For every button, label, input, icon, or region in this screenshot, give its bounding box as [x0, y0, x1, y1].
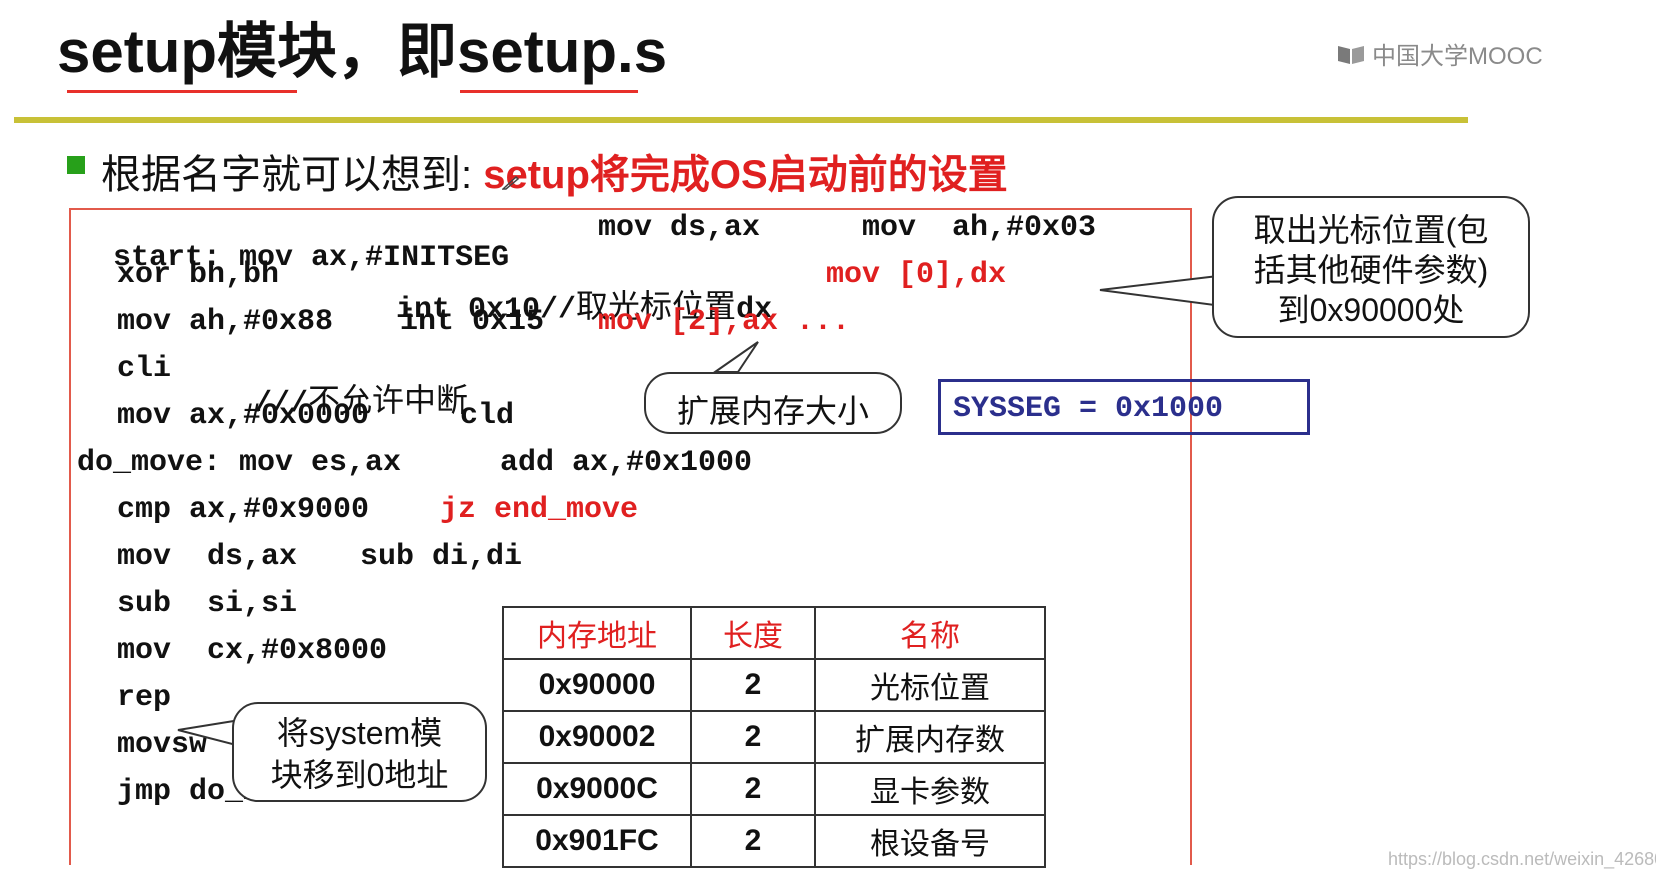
- cell-name: 显卡参数: [814, 762, 1046, 816]
- memory-table: 内存地址 长度 名称 0x90000 2 光标位置 0x90002 2 扩展内存…: [502, 606, 1046, 868]
- move-callout-line-2: 块移到0地址: [270, 757, 449, 793]
- watermark-url: https://blog.csdn.net/weixin_42680292: [1388, 849, 1656, 869]
- table-row: 0x90000 2 光标位置: [502, 658, 1046, 712]
- table-header-row: 内存地址 长度 名称: [502, 606, 1046, 660]
- col-header-length: 长度: [690, 606, 816, 660]
- cell-name: 光标位置: [814, 658, 1046, 712]
- cursor-callout-line-2: 括其他硬件参数): [1253, 252, 1489, 288]
- cell-name: 根设备号: [814, 814, 1046, 868]
- cursor-callout-line-1: 取出光标位置(包: [1253, 212, 1489, 248]
- move-callout-tail: [177, 718, 241, 748]
- table-row: 0x9000C 2 显卡参数: [502, 762, 1046, 816]
- cell-length: 2: [690, 762, 816, 816]
- move-callout-line-1: 将system模: [276, 715, 443, 751]
- col-header-name: 名称: [814, 606, 1046, 660]
- cell-address: 0x901FC: [502, 814, 692, 868]
- cell-length: 2: [690, 710, 816, 764]
- extmem-callout: 扩展内存大小: [644, 372, 902, 434]
- extmem-callout-tail: [711, 341, 759, 373]
- move-callout: 将system模 块移到0地址: [232, 702, 487, 802]
- table-row: 0x901FC 2 根设备号: [502, 814, 1046, 868]
- cell-address: 0x90000: [502, 658, 692, 712]
- cursor-callout-tail: [1099, 274, 1224, 308]
- cursor-callout: 取出光标位置(包 括其他硬件参数) 到0x90000处: [1212, 196, 1530, 338]
- table-row: 0x90002 2 扩展内存数: [502, 710, 1046, 764]
- cell-address: 0x9000C: [502, 762, 692, 816]
- cell-length: 2: [690, 814, 816, 868]
- col-header-address: 内存地址: [502, 606, 692, 660]
- cell-address: 0x90002: [502, 710, 692, 764]
- cell-length: 2: [690, 658, 816, 712]
- cell-name: 扩展内存数: [814, 710, 1046, 764]
- cursor-callout-line-3: 到0x90000处: [1277, 292, 1465, 328]
